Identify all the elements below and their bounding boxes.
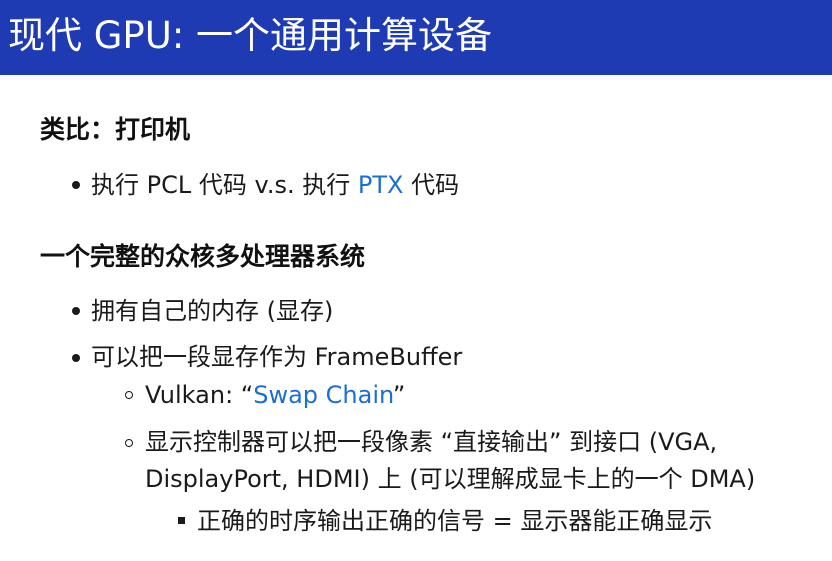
disc-bullet <box>72 307 80 315</box>
section-heading-analogy: 类比：打印机 <box>40 115 191 144</box>
ptx-link[interactable]: PTX <box>358 171 404 199</box>
list-item-display-controller-line2: DisplayPort, HDMI) 上 (可以理解成显卡上的一个 DMA) <box>145 465 756 493</box>
slide-content: 类比：打印机 执行 PCL 代码 v.s. 执行 PTX 代码 一个完整的众核多… <box>0 75 832 561</box>
section-heading-system: 一个完整的众核多处理器系统 <box>40 242 366 271</box>
square-bullet <box>178 517 185 524</box>
slide-title: 现代 GPU: 一个通用计算设备 <box>8 14 493 57</box>
swap-chain-link[interactable]: Swap Chain <box>253 381 393 409</box>
list-item-timing: 正确的时序输出正确的信号 = 显示器能正确显示 <box>197 507 713 535</box>
list-item-memory: 拥有自己的内存 (显存) <box>91 297 334 325</box>
circle-bullet <box>125 439 133 447</box>
title-bar: 现代 GPU: 一个通用计算设备 <box>0 0 832 75</box>
disc-bullet <box>72 181 80 189</box>
list-item-analogy: 执行 PCL 代码 v.s. 执行 PTX 代码 <box>91 168 459 202</box>
list-item-vulkan: Vulkan: “Swap Chain” <box>145 378 405 412</box>
circle-bullet <box>125 391 133 399</box>
item-text: 代码 <box>403 171 460 199</box>
list-item-display-controller-line1: 显示控制器可以把一段像素 “直接输出” 到接口 (VGA, <box>145 428 718 456</box>
item-text: 执行 PCL 代码 v.s. 执行 <box>91 171 358 199</box>
disc-bullet <box>72 354 80 362</box>
item-text: ” <box>392 381 406 409</box>
item-text: Vulkan: “ <box>145 381 254 409</box>
list-item-framebuffer: 可以把一段显存作为 FrameBuffer <box>91 343 463 371</box>
